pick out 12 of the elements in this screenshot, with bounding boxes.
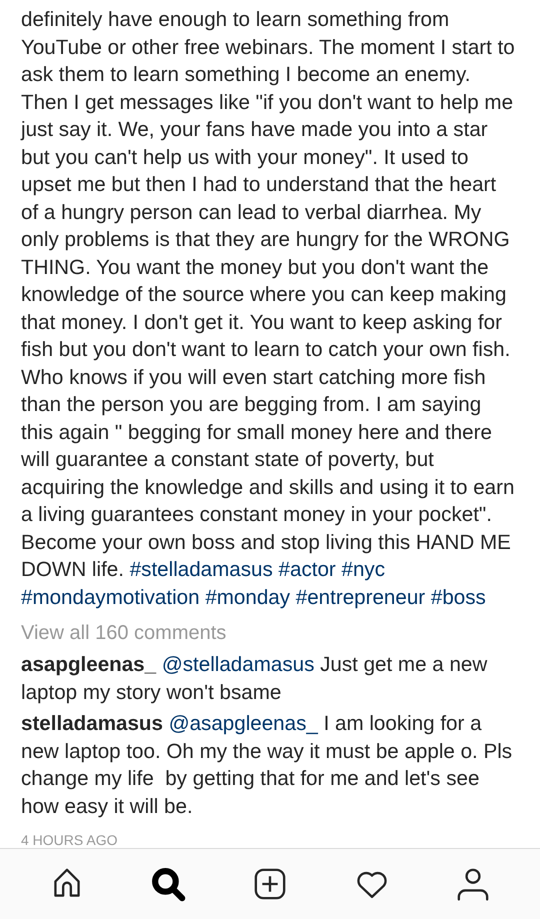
hashtag-link[interactable]: #mondaymotivation: [21, 586, 200, 608]
hashtag-link[interactable]: #actor: [278, 558, 336, 581]
hashtag-link[interactable]: #stelladamasus: [130, 558, 273, 581]
comment-text: stelladamasus @asapgleenas_ I am looking for a new laptop too. Oh my the way it must be apple o. Pls change my life by getting that for me and let's see how easy it will be.: [21, 711, 514, 820]
hashtag-link[interactable]: #entrepreneur: [296, 586, 426, 608]
mention-link[interactable]: @asapgleenas_: [168, 712, 318, 735]
mention-link[interactable]: @stelladamasus: [162, 653, 314, 676]
caption-text: definitely have enough to learn something from YouTube or other free webinars. The moment I start to ask them to learn something I become an enemy. Then I get messages like "if you don't want to help me just say it. We, your fans have made you into a star but you can't help us with your money". It used to upset me but then I had to understand that the heart of a hungry person can lead to verbal diarrhea. My only problems is that they are hungry for the WRONG THING. You want the money but you don't want the knowledge of the source where you can keep making that money. I don't get it. You want to keep asking for fish but you don't want to learn to catch your own fish. Who knows if you will even start catching more fish than the person you are begging from. I am saying this again " begging for small money here and there will guarantee a constant state of poverty, but acquiring the knowledge and skills and using it to earn a living guarantees constant money in your pocket". Become your own boss and stop living this HAND ME DOWN life. #stelladamasus #actor #nyc #mondaymotivation #monday #entrepreneur #boss: [21, 7, 516, 610]
hashtag-link[interactable]: #monday: [205, 586, 290, 608]
timestamp: 4 HOURS AGO: [21, 832, 118, 848]
hashtag-link[interactable]: #boss: [430, 586, 486, 608]
hashtag-link[interactable]: #nyc: [342, 558, 386, 581]
